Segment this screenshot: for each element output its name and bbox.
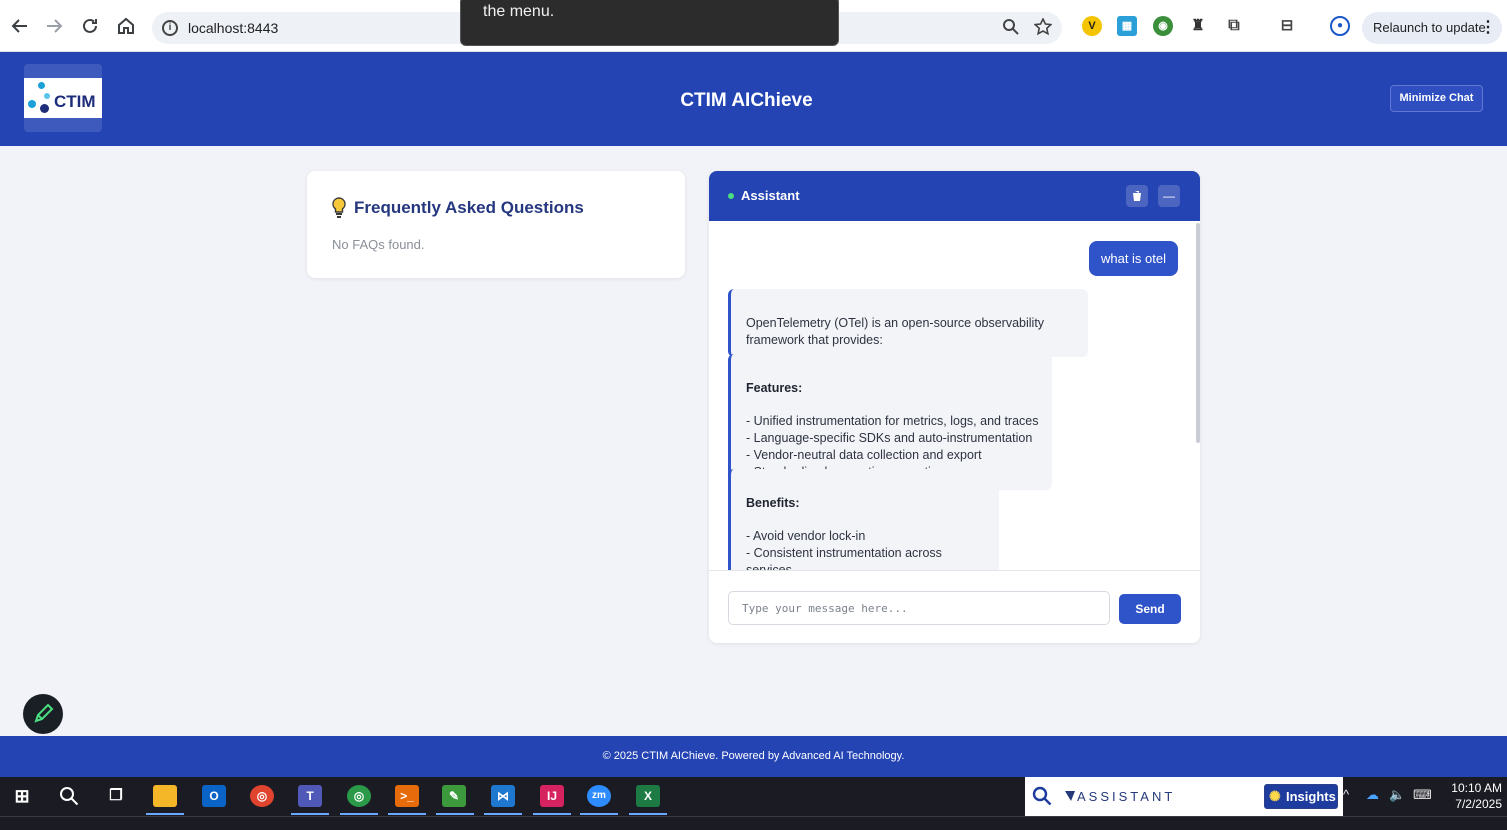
- minus-icon: —: [1163, 189, 1175, 203]
- chrome-profile-icon[interactable]: ◎: [347, 785, 371, 807]
- zoom-icon[interactable]: [1002, 18, 1020, 41]
- page-title: CTIM AIChieve: [680, 90, 813, 111]
- windows-start-icon[interactable]: ⊞: [10, 785, 34, 807]
- chat-title: Assistant: [741, 188, 800, 203]
- assistant-search-bar[interactable]: ASSISTANT ✺ Insights: [1025, 777, 1343, 816]
- edit-fab-button[interactable]: [23, 694, 63, 734]
- assistant-logo-icon: [1065, 791, 1075, 801]
- bot-message: OpenTelemetry (OTel) is an open-source o…: [728, 289, 1088, 358]
- volume-icon[interactable]: 🔈: [1389, 787, 1405, 803]
- faq-card: Frequently Asked Questions No FAQs found…: [307, 171, 685, 278]
- outlook-icon[interactable]: O: [202, 785, 226, 807]
- extension-v-icon[interactable]: V: [1082, 16, 1102, 36]
- insights-label: Insights: [1286, 789, 1336, 804]
- bot-message-heading: Benefits:: [746, 495, 800, 510]
- screen-bottom-strip: [0, 816, 1507, 830]
- chrome-icon[interactable]: ◎: [250, 785, 274, 807]
- tab-search-icon[interactable]: ⊟: [1277, 16, 1297, 36]
- insights-button[interactable]: ✺ Insights: [1264, 784, 1338, 809]
- message-list[interactable]: what is otel OpenTelemetry (OTel) is an …: [709, 221, 1200, 570]
- lightbulb-icon: ✺: [1269, 788, 1281, 804]
- clock-date: 7/2/2025: [1455, 797, 1502, 811]
- trash-icon: [1133, 191, 1141, 201]
- active-indicator: [533, 813, 571, 815]
- active-indicator: [146, 813, 184, 815]
- clock-time: 10:10 AM: [1451, 781, 1502, 795]
- active-indicator: [484, 813, 522, 815]
- extension-chart-icon[interactable]: ▦: [1117, 16, 1137, 36]
- active-indicator: [580, 813, 618, 815]
- profile-icon[interactable]: ●: [1330, 16, 1350, 36]
- keyboard-icon[interactable]: ⌨: [1413, 787, 1432, 803]
- url-text[interactable]: localhost:8443: [188, 20, 278, 36]
- bookmark-star-icon[interactable]: [1033, 17, 1053, 41]
- toast-notification: the menu.: [460, 0, 839, 46]
- active-indicator: [291, 813, 329, 815]
- zoom-app-icon[interactable]: zm: [587, 785, 611, 807]
- kebab-menu-icon[interactable]: ⋮: [1480, 12, 1496, 44]
- footer-text: © 2025 CTIM AIChieve. Powered by Advance…: [602, 750, 905, 762]
- toast-text: the menu.: [483, 3, 555, 20]
- vscode-icon[interactable]: ⋈: [491, 785, 515, 807]
- active-indicator: [629, 813, 667, 815]
- page-footer: © 2025 CTIM AIChieve. Powered by Advance…: [0, 736, 1507, 777]
- message-input[interactable]: [728, 591, 1110, 625]
- pencil-icon: [34, 703, 54, 723]
- chat-input-area: Send: [709, 570, 1200, 643]
- faq-title: Frequently Asked Questions: [354, 198, 584, 217]
- forward-icon[interactable]: [42, 14, 66, 38]
- task-view-icon[interactable]: ❐: [104, 785, 128, 807]
- home-icon[interactable]: [114, 14, 138, 38]
- relaunch-label: Relaunch to update: [1373, 20, 1486, 35]
- site-info-icon[interactable]: i: [162, 20, 178, 36]
- app-header: CTIM CTIM AIChieve Minimize Chat: [0, 52, 1507, 146]
- file-explorer-icon[interactable]: [153, 785, 177, 807]
- bot-message: Benefits: - Avoid vendor lock-in - Consi…: [728, 469, 999, 570]
- active-indicator: [436, 813, 474, 815]
- relaunch-button[interactable]: Relaunch to update ⋮: [1362, 12, 1502, 44]
- bot-message-body: OpenTelemetry (OTel) is an open-source o…: [746, 315, 1045, 347]
- intellij-icon[interactable]: IJ: [540, 785, 564, 807]
- search-icon[interactable]: [57, 785, 81, 807]
- chat-panel: Assistant — what is otel OpenTelemetry (…: [709, 171, 1200, 643]
- tray-chevron-icon[interactable]: ^: [1343, 787, 1349, 802]
- bot-message-heading: Features:: [746, 380, 803, 395]
- terminal-icon[interactable]: >_: [395, 785, 419, 807]
- send-button[interactable]: Send: [1119, 594, 1181, 624]
- user-message: what is otel: [1089, 241, 1178, 276]
- teams-icon[interactable]: T: [298, 785, 322, 807]
- reload-icon[interactable]: [78, 14, 102, 38]
- message-scrollbar[interactable]: [1196, 223, 1200, 443]
- search-icon: [1032, 786, 1052, 806]
- back-icon[interactable]: [8, 14, 32, 38]
- logo-dot: [38, 82, 45, 89]
- extension-figure-icon[interactable]: ♜: [1188, 16, 1208, 36]
- active-indicator: [340, 813, 378, 815]
- notepad-icon[interactable]: ✎: [442, 785, 466, 807]
- extension-globe-icon[interactable]: ◉: [1153, 16, 1173, 36]
- excel-icon[interactable]: X: [636, 785, 660, 807]
- chat-header: Assistant —: [709, 171, 1200, 221]
- system-clock[interactable]: 10:10 AM 7/2/2025: [1440, 780, 1502, 812]
- extensions-puzzle-icon[interactable]: ⧉: [1224, 16, 1244, 36]
- active-indicator: [388, 813, 426, 815]
- assistant-label: ASSISTANT: [1077, 789, 1176, 804]
- bot-message-body: - Avoid vendor lock-in - Consistent inst…: [746, 529, 942, 570]
- faq-empty-text: No FAQs found.: [332, 237, 425, 252]
- lightbulb-icon: [332, 197, 346, 218]
- onedrive-icon[interactable]: ☁: [1366, 787, 1379, 803]
- clear-chat-button[interactable]: [1126, 185, 1148, 207]
- minimize-chat-button[interactable]: Minimize Chat: [1390, 85, 1483, 112]
- minimize-chat-icon-button[interactable]: —: [1158, 185, 1180, 207]
- online-status-dot: [728, 193, 734, 199]
